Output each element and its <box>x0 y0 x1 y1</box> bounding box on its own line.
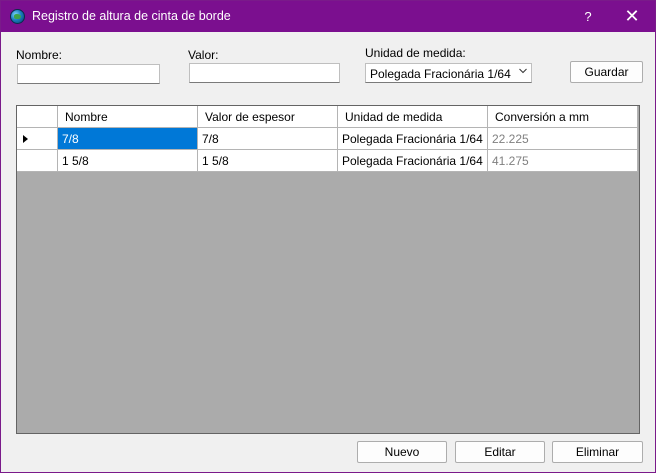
dialog-window: Registro de altura de cinta de borde ? ✕… <box>0 0 656 473</box>
cell-conversion[interactable]: 22.225 <box>488 128 638 150</box>
row-header[interactable] <box>17 150 58 172</box>
nombre-label: Nombre: <box>16 48 63 62</box>
cell-nombre[interactable]: 1 5/8 <box>58 150 198 172</box>
cell-nombre[interactable]: 7/8 <box>58 128 198 150</box>
title-bar[interactable]: Registro de altura de cinta de borde ? ✕ <box>1 1 655 32</box>
editar-button[interactable]: Editar <box>455 441 545 463</box>
close-button[interactable]: ✕ <box>609 1 655 32</box>
arrow-right-icon <box>23 135 28 143</box>
row-header[interactable] <box>17 128 58 150</box>
column-header-valor[interactable]: Valor de espesor <box>198 106 338 128</box>
nombre-input[interactable] <box>17 64 160 84</box>
cell-conversion[interactable]: 41.275 <box>488 150 638 172</box>
valor-label: Valor: <box>188 48 219 62</box>
globe-icon <box>10 9 25 24</box>
grid-header-row: Nombre Valor de espesor Unidad de medida… <box>17 106 639 128</box>
column-header-unidad[interactable]: Unidad de medida <box>338 106 488 128</box>
cell-valor[interactable]: 1 5/8 <box>198 150 338 172</box>
unidad-selected-value: Polegada Fracionária 1/64 <box>370 67 511 81</box>
eliminar-button[interactable]: Eliminar <box>552 441 643 463</box>
column-header-nombre[interactable]: Nombre <box>58 106 198 128</box>
unidad-label: Unidad de medida: <box>365 46 466 60</box>
cell-valor[interactable]: 7/8 <box>198 128 338 150</box>
data-grid[interactable]: Nombre Valor de espesor Unidad de medida… <box>16 105 640 434</box>
cell-unidad[interactable]: Polegada Fracionária 1/64 <box>338 128 488 150</box>
row-header-corner <box>17 106 58 128</box>
nuevo-button[interactable]: Nuevo <box>357 441 447 463</box>
unidad-select[interactable]: Polegada Fracionária 1/64 <box>365 63 532 83</box>
column-header-conversion[interactable]: Conversión a mm <box>488 106 638 128</box>
table-row[interactable]: 7/8 7/8 Polegada Fracionária 1/64 22.225 <box>17 128 639 150</box>
chevron-down-icon <box>519 68 527 74</box>
guardar-button[interactable]: Guardar <box>570 61 643 83</box>
cell-unidad[interactable]: Polegada Fracionária 1/64 <box>338 150 488 172</box>
help-button[interactable]: ? <box>565 1 611 32</box>
valor-input[interactable] <box>189 63 340 83</box>
window-title: Registro de altura de cinta de borde <box>32 9 231 23</box>
table-row[interactable]: 1 5/8 1 5/8 Polegada Fracionária 1/64 41… <box>17 150 639 172</box>
